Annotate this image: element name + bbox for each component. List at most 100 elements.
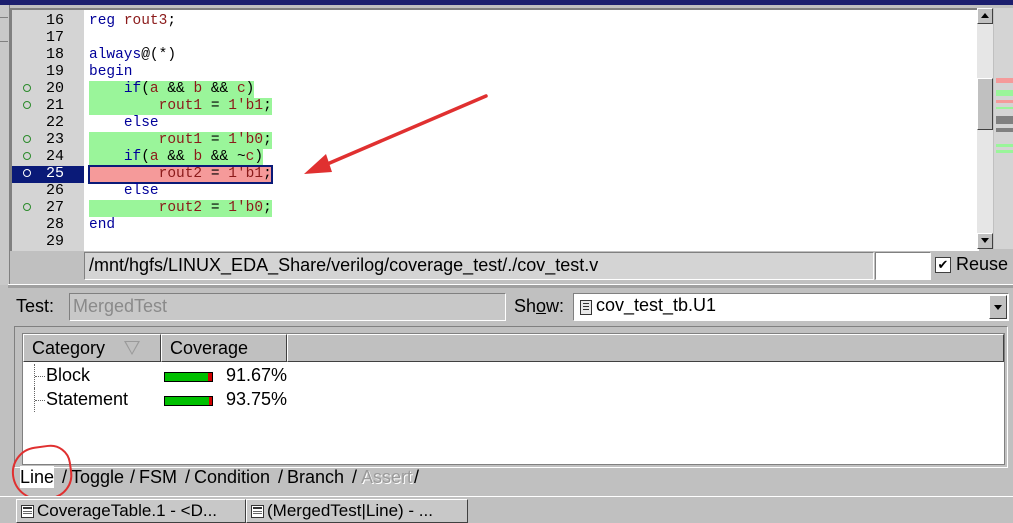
line-number-input[interactable]: [875, 252, 931, 280]
tab-branch[interactable]: Branch: [287, 466, 344, 488]
module-icon: [580, 300, 592, 315]
coverage-bar: [164, 372, 213, 382]
table-icon: [21, 505, 34, 518]
table-icon: [251, 505, 264, 518]
coverage-marker-icon: [23, 152, 31, 160]
tab-separator: /: [352, 467, 358, 487]
line-number: 17: [45, 29, 64, 46]
code-line-21[interactable]: rout1 = 1'b1;: [89, 98, 272, 115]
coverage-table: Category Coverage Block 91.67% Statement 93…: [22, 333, 1005, 465]
tab-separator: /: [130, 467, 136, 487]
column-header-empty: [287, 334, 1004, 362]
show-label: Show:: [514, 296, 565, 316]
taskbar-item-label: (MergedTest|Line) - ...: [267, 501, 433, 520]
gutter-line-18[interactable]: 18: [12, 46, 84, 64]
tab-separator: /: [185, 467, 191, 487]
line-number: 26: [45, 182, 64, 199]
code-line-27[interactable]: rout2 = 1'b0;: [89, 200, 272, 217]
window-title-bar: [0, 0, 1013, 5]
coverage-marker-icon: [23, 84, 31, 92]
column-header-coverage[interactable]: Coverage: [161, 334, 287, 362]
test-value: MergedTest: [73, 296, 168, 316]
gutter-line-19[interactable]: 19: [12, 63, 84, 81]
reuse-checkbox[interactable]: ✔: [935, 257, 951, 273]
tab-separator: /: [414, 467, 420, 487]
row-coverage: 93.75%: [226, 389, 288, 409]
taskbar-item[interactable]: CoverageTable.1 - <D...: [16, 499, 246, 523]
file-path-field: /mnt/hgfs/LINUX_EDA_Share/verilog/covera…: [84, 252, 874, 280]
tab-toggle[interactable]: Toggle: [71, 466, 124, 488]
code-line-25[interactable]: rout2 = 1'b1;: [88, 165, 273, 184]
gutter-line-29[interactable]: 29: [12, 233, 84, 251]
file-path-text: /mnt/hgfs/LINUX_EDA_Share/verilog/covera…: [89, 255, 599, 275]
taskbar-item-label: CoverageTable.1 - <D...: [37, 501, 218, 520]
tab-assert: Assert: [361, 467, 413, 487]
code-line-18[interactable]: always@(*): [89, 47, 176, 64]
code-line-28[interactable]: end: [89, 217, 115, 234]
line-number: 20: [45, 80, 64, 97]
gutter-line-20[interactable]: 20: [12, 80, 84, 98]
gutter-line-26[interactable]: 26: [12, 182, 84, 200]
coverage-marker-icon: [23, 101, 31, 109]
code-line-24[interactable]: if(a && b && ~c): [89, 149, 264, 166]
source-editor[interactable]: 16 17 18 19 20 21 22 23 24 25 26 27 28 29 reg rout3; a…: [10, 8, 979, 251]
gutter-line-21[interactable]: 21: [12, 97, 84, 115]
taskbar: CoverageTable.1 - <D... (MergedTest|Line)…: [0, 496, 1013, 523]
pane-splitter[interactable]: [8, 284, 1013, 288]
code-line-20[interactable]: if(a && b && c): [89, 81, 255, 98]
code-line-22[interactable]: else: [89, 115, 159, 132]
coverage-overview-ruler[interactable]: [994, 8, 1013, 249]
tab-fsm[interactable]: FSM: [139, 466, 177, 488]
coverage-bar: [164, 396, 213, 406]
line-number: 18: [45, 46, 64, 63]
gutter-line-17[interactable]: 17: [12, 29, 84, 47]
code-line-26[interactable]: else: [89, 183, 159, 200]
line-number: 16: [45, 12, 64, 29]
column-header-category[interactable]: Category: [23, 334, 161, 362]
left-dock-strip: [0, 5, 10, 285]
row-category: Statement: [46, 389, 129, 409]
test-field: MergedTest: [69, 293, 506, 321]
row-coverage: 91.67%: [226, 365, 288, 385]
line-number: 23: [45, 131, 64, 148]
coverage-marker-icon: [23, 135, 31, 143]
coverage-marker-icon: [23, 169, 31, 177]
show-scope-select[interactable]: cov_test_tb.U1: [573, 293, 1009, 321]
tab-condition[interactable]: Condition: [194, 466, 270, 488]
line-number: 29: [45, 233, 64, 250]
editor-vertical-scrollbar[interactable]: [977, 8, 993, 249]
gutter-line-16[interactable]: 16: [12, 12, 84, 30]
code-line-23[interactable]: rout1 = 1'b0;: [89, 132, 272, 149]
scroll-thumb[interactable]: [977, 78, 993, 130]
coverage-marker-icon: [23, 203, 31, 211]
gutter-line-27[interactable]: 27: [12, 199, 84, 217]
line-number: 22: [45, 114, 64, 131]
scroll-up-button[interactable]: [977, 8, 993, 24]
gutter-line-24[interactable]: 24: [12, 148, 84, 166]
table-row[interactable]: Statement 93.75%: [23, 388, 1004, 412]
taskbar-item[interactable]: (MergedTest|Line) - ...: [246, 499, 468, 523]
line-number: 25: [45, 165, 64, 182]
sort-descending-icon: [124, 341, 140, 355]
gutter-line-22[interactable]: 22: [12, 114, 84, 132]
table-row[interactable]: Block 91.67%: [23, 364, 1004, 388]
code-line-19[interactable]: begin: [89, 64, 133, 81]
line-number: 28: [45, 216, 64, 233]
line-number: 24: [45, 148, 64, 165]
gutter-line-25[interactable]: 25: [12, 165, 84, 183]
reuse-label: Reuse: [956, 254, 1009, 274]
show-scope-value: cov_test_tb.U1: [596, 295, 717, 315]
chevron-down-icon[interactable]: [989, 295, 1007, 319]
line-number: 21: [45, 97, 64, 114]
scroll-down-button[interactable]: [977, 233, 993, 249]
gutter-line-23[interactable]: 23: [12, 131, 84, 149]
line-number: 19: [45, 63, 64, 80]
coverage-table-panel: Category Coverage Block 91.67% Statement 93…: [14, 326, 1008, 468]
code-line-16[interactable]: reg rout3;: [89, 13, 176, 30]
line-gutter: 16 17 18 19 20 21 22 23 24 25 26 27 28 29: [12, 10, 84, 251]
tab-separator: /: [278, 467, 284, 487]
gutter-line-28[interactable]: 28: [12, 216, 84, 234]
row-category: Block: [46, 365, 91, 385]
test-label: Test:: [16, 296, 55, 316]
line-number: 27: [45, 199, 64, 216]
